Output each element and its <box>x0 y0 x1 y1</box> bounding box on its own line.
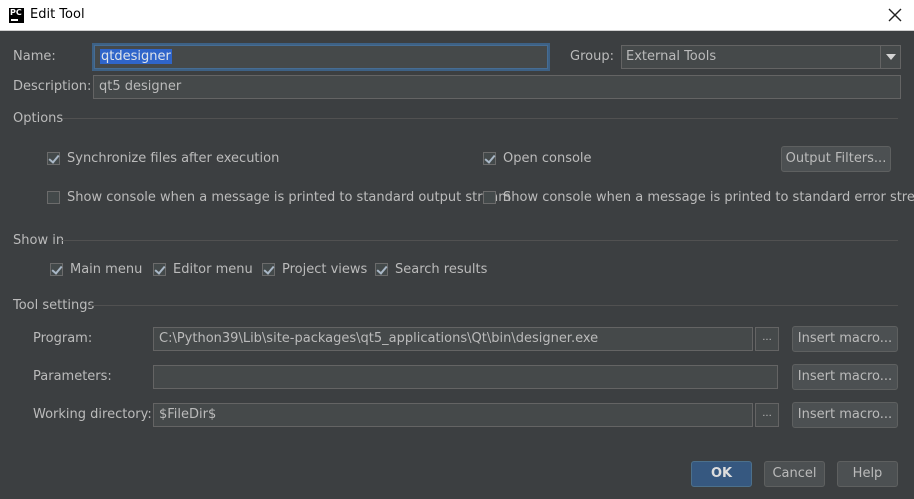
working-directory-browse-button[interactable]: ... <box>755 403 779 427</box>
sync-files-checkbox[interactable]: Synchronize files after execution <box>47 151 279 166</box>
project-views-checkbox[interactable]: Project views <box>262 262 367 277</box>
checkbox-checked-icon <box>375 263 388 276</box>
open-console-label: Open console <box>503 151 592 166</box>
options-section-title: Options <box>13 111 64 126</box>
project-views-label: Project views <box>282 262 368 277</box>
program-label: Program: <box>33 331 93 346</box>
working-directory-field[interactable]: $FileDir$ <box>153 403 753 427</box>
parameters-insert-macro-button[interactable]: Insert macro... <box>792 364 898 390</box>
show-console-stderr-label: Show console when a message is printed t… <box>503 190 914 205</box>
tool-settings-divider <box>88 305 898 306</box>
output-filters-button[interactable]: Output Filters... <box>781 146 891 172</box>
working-directory-insert-macro-button[interactable]: Insert macro... <box>792 402 898 428</box>
show-console-stdout-label: Show console when a message is printed t… <box>67 190 511 205</box>
search-results-label: Search results <box>395 262 488 277</box>
show-console-stdout-checkbox[interactable]: Show console when a message is printed t… <box>47 190 511 205</box>
program-field[interactable]: C:\Python39\Lib\site-packages\qt5_applic… <box>153 327 753 351</box>
help-button[interactable]: Help <box>837 461 898 487</box>
parameters-label: Parameters: <box>33 369 112 384</box>
show-in-divider <box>62 240 898 241</box>
name-field-value: qtdesigner <box>100 49 172 64</box>
show-console-stderr-checkbox[interactable]: Show console when a message is printed t… <box>483 190 914 205</box>
title-bar: PC Edit Tool <box>0 0 914 31</box>
window-title: Edit Tool <box>30 7 85 22</box>
checkbox-checked-icon <box>483 152 496 165</box>
ok-button[interactable]: OK <box>691 461 752 487</box>
description-field[interactable]: qt5 designer <box>93 75 901 99</box>
pycharm-app-icon: PC <box>9 8 24 23</box>
show-in-section-title: Show in <box>13 233 65 248</box>
checkbox-checked-icon <box>50 263 63 276</box>
description-label: Description: <box>13 79 92 94</box>
main-menu-checkbox[interactable]: Main menu <box>50 262 142 277</box>
options-divider <box>62 118 898 119</box>
working-directory-label: Working directory: <box>33 407 152 422</box>
name-label: Name: <box>13 49 56 64</box>
checkbox-checked-icon <box>153 263 166 276</box>
parameters-field[interactable] <box>153 365 778 389</box>
name-field[interactable]: qtdesigner <box>94 45 548 69</box>
checkbox-unchecked-icon <box>47 191 60 204</box>
cancel-button[interactable]: Cancel <box>764 461 825 487</box>
sync-files-label: Synchronize files after execution <box>67 151 280 166</box>
checkbox-unchecked-icon <box>483 191 496 204</box>
search-results-checkbox[interactable]: Search results <box>375 262 487 277</box>
main-menu-label: Main menu <box>70 262 143 277</box>
editor-menu-label: Editor menu <box>173 262 253 277</box>
editor-menu-checkbox[interactable]: Editor menu <box>153 262 253 277</box>
chevron-down-icon[interactable] <box>880 46 900 68</box>
open-console-checkbox[interactable]: Open console <box>483 151 592 166</box>
program-browse-button[interactable]: ... <box>755 327 779 351</box>
group-combobox-value: External Tools <box>626 49 717 64</box>
group-combobox[interactable]: External Tools <box>621 45 901 69</box>
checkbox-checked-icon <box>262 263 275 276</box>
checkbox-checked-icon <box>47 152 60 165</box>
close-icon[interactable] <box>886 6 904 24</box>
tool-settings-section-title: Tool settings <box>13 298 95 313</box>
group-label: Group: <box>570 49 614 64</box>
program-insert-macro-button[interactable]: Insert macro... <box>792 326 898 352</box>
